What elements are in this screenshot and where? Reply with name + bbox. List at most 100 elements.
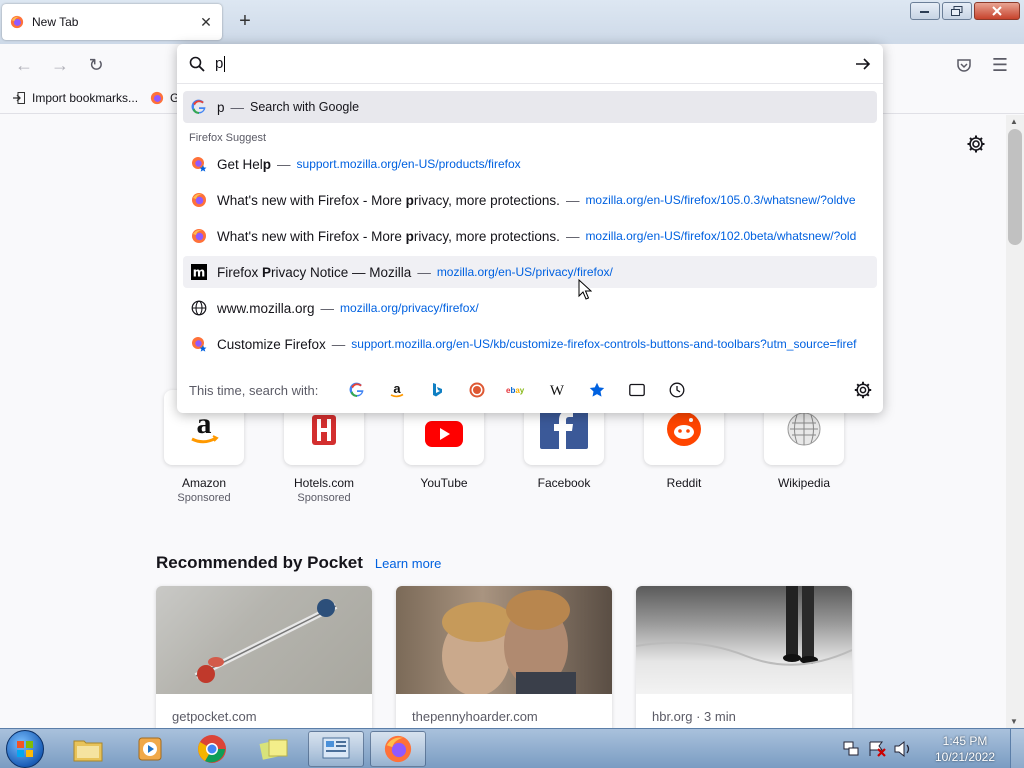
- new-tab-button[interactable]: +: [234, 10, 256, 32]
- urlbar-input[interactable]: p: [215, 55, 226, 73]
- one-off-label: This time, search with:: [189, 382, 319, 398]
- mozilla-m-icon: m: [191, 264, 207, 280]
- taskbar-firefox[interactable]: [370, 731, 426, 767]
- start-button[interactable]: [6, 730, 44, 768]
- action-center-flag-icon[interactable]: [866, 740, 888, 758]
- pocket-header: Recommended by Pocket Learn more: [156, 553, 441, 573]
- suggestion-row[interactable]: Customize Firefox — support.mozilla.org/…: [183, 328, 877, 360]
- close-window-button[interactable]: [974, 2, 1020, 20]
- pocket-card[interactable]: thepennyhoarder.com: [396, 586, 612, 736]
- engine-bing-button[interactable]: [417, 375, 457, 405]
- engine-wikipedia-button[interactable]: W: [537, 375, 577, 405]
- system-tray: 1:45 PM 10/21/2022: [840, 729, 1024, 768]
- google-row-term: p: [217, 99, 225, 115]
- card-image: [156, 586, 372, 694]
- menu-button[interactable]: ☰: [988, 54, 1012, 76]
- svg-text:m: m: [193, 266, 206, 280]
- scroll-down-icon[interactable]: ▼: [1010, 717, 1018, 726]
- tile-sponsored: Sponsored: [297, 492, 351, 504]
- restore-button[interactable]: [942, 2, 972, 20]
- pocket-card[interactable]: getpocket.com: [156, 586, 372, 736]
- page-settings-gear-icon[interactable]: [966, 134, 986, 154]
- duckduckgo-icon: [469, 382, 485, 398]
- taskbar-media-player[interactable]: [122, 731, 178, 767]
- tab-close-icon[interactable]: ✕: [198, 14, 214, 31]
- taskbar-clock[interactable]: 1:45 PM 10/21/2022: [920, 733, 1010, 765]
- svg-text:W: W: [550, 383, 565, 398]
- firefox-star-icon: [192, 337, 207, 352]
- suggestion-title: Firefox Privacy Notice — Mozilla: [217, 264, 412, 280]
- firefox-icon: [192, 229, 206, 243]
- suggestion-row[interactable]: m Firefox Privacy Notice — Mozilla — moz…: [183, 256, 877, 288]
- taskbar-sticky-notes[interactable]: [246, 731, 302, 767]
- suggestion-dash: —: [320, 300, 335, 316]
- search-tabs-button[interactable]: [617, 375, 657, 405]
- suggestion-row[interactable]: Get Help — support.mozilla.org/en-US/pro…: [183, 148, 877, 180]
- back-button[interactable]: ←: [12, 54, 36, 76]
- suggestion-dash: —: [277, 156, 291, 172]
- go-arrow-icon[interactable]: [853, 54, 873, 74]
- engine-ebay-button[interactable]: ebay: [497, 375, 537, 405]
- scrollbar-thumb[interactable]: [1008, 129, 1022, 245]
- import-bookmarks-item[interactable]: Import bookmarks...: [12, 91, 138, 105]
- taskbar-control-panel[interactable]: [308, 731, 364, 767]
- forward-button[interactable]: →: [48, 54, 72, 76]
- urlbar-dropdown: p p — Search with Google Firefox Suggest…: [177, 44, 883, 413]
- page-scrollbar[interactable]: ▲ ▼: [1006, 115, 1024, 728]
- search-icon: [189, 56, 205, 72]
- search-bookmarks-button[interactable]: [577, 375, 617, 405]
- control-panel-icon: [322, 737, 350, 759]
- suggestion-dash: —: [331, 336, 346, 352]
- suggestion-url: mozilla.org/en-US/firefox/102.0beta/what…: [585, 229, 857, 243]
- urlbar-value: p: [215, 55, 224, 72]
- taskbar-chrome[interactable]: [184, 731, 240, 767]
- learn-more-link[interactable]: Learn more: [375, 556, 441, 571]
- reload-button[interactable]: ↻: [84, 54, 108, 76]
- minimize-button[interactable]: [910, 2, 940, 20]
- svg-text:ebay: ebay: [506, 386, 525, 395]
- clock-time: 1:45 PM: [942, 734, 988, 748]
- folder-icon: [73, 740, 103, 762]
- tile-name: Facebook: [537, 476, 591, 490]
- show-desktop-button[interactable]: [1010, 729, 1024, 768]
- card-image: [396, 586, 612, 696]
- suggestion-title: Get Help: [217, 156, 272, 172]
- suggestion-row[interactable]: What's new with Firefox - More privacy, …: [183, 220, 877, 252]
- one-off-search-bar: This time, search with: a ebay W: [177, 372, 883, 408]
- volume-icon[interactable]: [892, 740, 914, 758]
- suggestion-title: What's new with Firefox - More privacy, …: [217, 192, 560, 208]
- search-with-google-row[interactable]: p — Search with Google: [183, 91, 877, 123]
- hotels-logo-icon: [312, 415, 336, 445]
- tile-sponsored: Sponsored: [177, 492, 231, 504]
- mouse-cursor-icon: [578, 279, 592, 300]
- suggestion-url: support.mozilla.org/en-US/products/firef…: [296, 157, 521, 171]
- suggestion-title: Customize Firefox: [217, 336, 326, 352]
- firefox-icon: [192, 193, 206, 207]
- scroll-up-icon[interactable]: ▲: [1010, 117, 1018, 126]
- suggestion-dash: —: [565, 228, 580, 244]
- engine-amazon-button[interactable]: a: [377, 375, 417, 405]
- card-image: [636, 586, 852, 694]
- search-history-button[interactable]: [657, 375, 697, 405]
- search-settings-gear-icon[interactable]: [853, 380, 873, 400]
- import-bookmarks-label: Import bookmarks...: [32, 91, 139, 105]
- bookmark-item-2[interactable]: G: [150, 91, 179, 105]
- network-icon[interactable]: [840, 740, 862, 758]
- amazon-logo-icon: a: [191, 411, 219, 444]
- pocket-button[interactable]: [952, 54, 976, 76]
- suggestion-row[interactable]: What's new with Firefox - More privacy, …: [183, 184, 877, 216]
- suggestion-title: What's new with Firefox - More privacy, …: [217, 228, 560, 244]
- engine-google-button[interactable]: [337, 375, 377, 405]
- urlbar-input-row[interactable]: p: [177, 44, 883, 84]
- suggestion-row[interactable]: www.mozilla.org — mozilla.org/privacy/fi…: [183, 292, 877, 324]
- reddit-logo-icon: [667, 412, 701, 446]
- tab-new-tab[interactable]: New Tab ✕: [2, 4, 222, 40]
- ebay-icon: ebay: [506, 386, 525, 395]
- bookmark-star-icon: [589, 382, 605, 397]
- taskbar-explorer[interactable]: [60, 731, 116, 767]
- pocket-card[interactable]: hbr.org · 3 min: [636, 586, 852, 736]
- suggestion-title: www.mozilla.org: [217, 300, 315, 316]
- media-player-icon: [138, 737, 162, 761]
- engine-duckduckgo-button[interactable]: [457, 375, 497, 405]
- suggestion-url: support.mozilla.org/en-US/kb/customize-f…: [351, 337, 857, 351]
